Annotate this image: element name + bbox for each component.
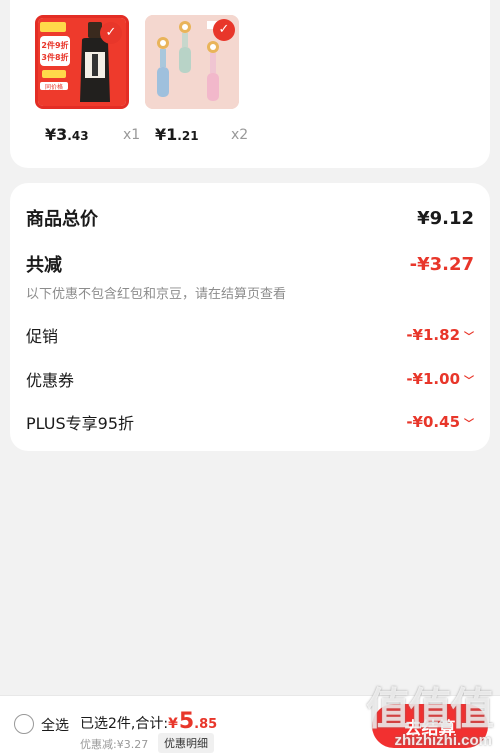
watermark-url: zhizhizhi.com <box>394 732 493 749</box>
plus-discount-label: PLUS专享95折 <box>26 414 134 433</box>
total-value: ¥9.12 <box>417 207 474 229</box>
badge-line1: 2件9折 <box>41 40 68 50</box>
total-row: 商品总价 ¥9.12 <box>26 205 474 231</box>
select-all-label[interactable]: 全选 <box>41 715 69 735</box>
product-quantity: x1 <box>123 127 141 143</box>
promotion-label: 促销 <box>26 327 59 346</box>
checked-icon[interactable]: ✓ <box>213 19 235 41</box>
reduce-value: -¥3.27 <box>409 253 474 275</box>
coupon-label: 优惠券 <box>26 371 75 390</box>
selected-count-text: 已选2件,合计: <box>80 716 169 732</box>
product-thumbnail[interactable]: ✓ <box>145 15 239 109</box>
product-price: ¥3.43 <box>45 125 89 144</box>
plus-discount-value: -¥0.45 <box>406 413 460 431</box>
promotion-row[interactable]: 促销 -¥1.82 ﹀ <box>26 323 474 347</box>
watermark: 值值值 zhizhizhi.com <box>352 685 494 750</box>
reduce-row: 共减 -¥3.27 <box>26 251 474 277</box>
discount-detail-button[interactable]: 优惠明细 <box>158 733 214 753</box>
total-integer: 5 <box>178 709 195 734</box>
selected-summary: 已选2件,合计: ¥ 5 .85 <box>80 709 217 734</box>
chevron-down-icon[interactable]: ﹀ <box>464 372 474 387</box>
discount-amount: 优惠减:¥3.27 <box>80 738 149 751</box>
total-currency: ¥ <box>168 716 178 732</box>
promotion-value: -¥1.82 <box>406 326 460 344</box>
selected-products-card: 2件9折 3件8折 同价格 ✓ ¥3.43 x1 ✓ ¥1.21 x2 <box>10 0 490 168</box>
price-summary-card: 商品总价 ¥9.12 共减 -¥3.27 以下优惠不包含红包和京豆，请在结算页查… <box>10 183 490 451</box>
coupon-value: -¥1.00 <box>406 370 460 388</box>
plus-discount-row[interactable]: PLUS专享95折 -¥0.45 ﹀ <box>26 410 474 434</box>
select-all-radio[interactable] <box>14 714 34 734</box>
product-price: ¥1.21 <box>155 125 199 144</box>
coupon-row[interactable]: 优惠券 -¥1.00 ﹀ <box>26 367 474 391</box>
product-quantity: x2 <box>231 127 249 143</box>
badge-tag: 同价格 <box>45 83 63 91</box>
discount-note: 以下优惠不包含红包和京豆，请在结算页查看 <box>26 287 287 302</box>
product-thumbnail[interactable]: 2件9折 3件8折 同价格 ✓ <box>35 15 129 109</box>
watermark-logo: 值值值 <box>366 685 494 734</box>
reduce-label: 共减 <box>26 255 62 276</box>
badge-line2: 3件8折 <box>41 52 68 62</box>
chevron-down-icon[interactable]: ﹀ <box>464 328 474 343</box>
total-label: 商品总价 <box>26 209 98 230</box>
total-decimal: .85 <box>194 717 218 732</box>
chevron-down-icon[interactable]: ﹀ <box>464 415 474 430</box>
checked-icon[interactable]: ✓ <box>100 22 122 44</box>
